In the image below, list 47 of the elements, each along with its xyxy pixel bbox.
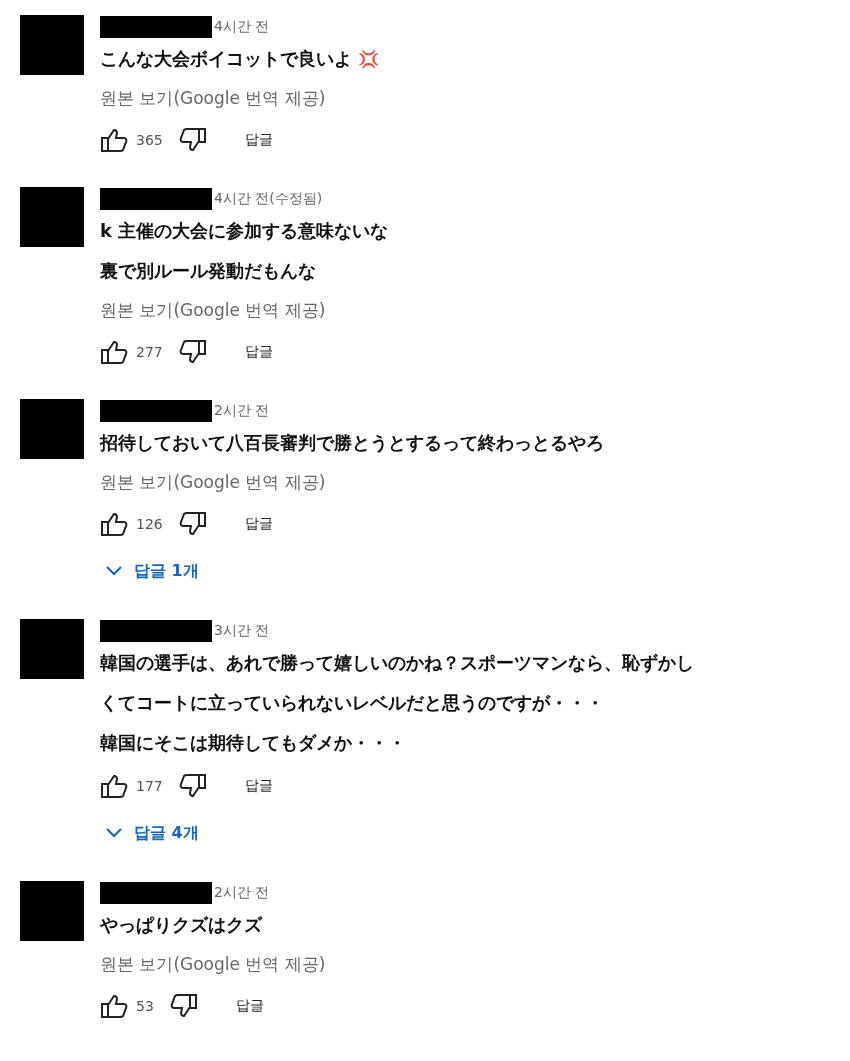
- thumbs-down-icon[interactable]: [169, 993, 198, 1019]
- comment-text: くてコートに立っていられないレベルだと思うのですが・・・: [100, 692, 604, 713]
- redacted-avatar: [20, 15, 84, 75]
- chevron-down-icon: [106, 828, 122, 838]
- translation-link[interactable]: 원본 보기(Google 번역 제공): [100, 300, 326, 320]
- thumbs-up-icon[interactable]: [100, 773, 128, 799]
- thumbs-up-icon[interactable]: [100, 339, 128, 365]
- thumbs-down-icon[interactable]: [178, 127, 207, 153]
- like-count: 365: [136, 132, 163, 148]
- comment-time: 2시간 전: [214, 402, 270, 420]
- redacted-avatar: [20, 881, 84, 941]
- comment-text: こんな大会ボイコットで良いよ: [100, 48, 352, 69]
- like-count: 177: [136, 778, 163, 794]
- like-count: 53: [136, 998, 154, 1014]
- reply-button[interactable]: 답글: [238, 339, 279, 365]
- comment-time: 4시간 전: [214, 18, 270, 36]
- redacted-avatar: [20, 187, 84, 247]
- comment-time: 4시간 전(수정됨): [214, 190, 323, 208]
- reply-button[interactable]: 답글: [238, 773, 279, 799]
- thumbs-up-icon[interactable]: [100, 127, 128, 153]
- like-count: 126: [136, 516, 163, 532]
- thumbs-down-icon[interactable]: [178, 511, 207, 537]
- view-replies-button[interactable]: 답글 1개: [100, 547, 205, 595]
- comment-text: 招待しておいて八百長審判で勝とうとするって終わっとるやろ: [100, 432, 604, 453]
- comment-text: やっぱりクズはクズ: [100, 914, 262, 935]
- comment-text: 裏で別ルール発動だもんな: [100, 260, 316, 281]
- comment-time: 2시간 전: [214, 884, 270, 902]
- thumbs-down-icon[interactable]: [178, 339, 207, 365]
- comment-text: 韓国の選手は、あれで勝って嬉しいのかね？スポーツマンなら、恥ずかし: [100, 652, 694, 673]
- comment-text: k 主催の大会に参加する意味ないな: [100, 220, 389, 241]
- comment-time: 3시간 전: [214, 622, 270, 640]
- translation-link[interactable]: 원본 보기(Google 번역 제공): [100, 88, 326, 108]
- reply-button[interactable]: 답글: [238, 511, 279, 537]
- redacted-avatar: [20, 399, 84, 459]
- translation-link[interactable]: 원본 보기(Google 번역 제공): [100, 472, 326, 492]
- anger-emoji: 💢: [358, 49, 379, 69]
- reply-button[interactable]: 답글: [229, 993, 270, 1019]
- chevron-down-icon: [106, 566, 122, 576]
- thumbs-down-icon[interactable]: [178, 773, 207, 799]
- view-replies-button[interactable]: 답글 4개: [100, 809, 205, 857]
- thumbs-up-icon[interactable]: [100, 511, 128, 537]
- redacted-avatar: [20, 619, 84, 679]
- translation-link[interactable]: 원본 보기(Google 번역 제공): [100, 954, 326, 974]
- comment-text: 韓国にそこは期待してもダメか・・・: [100, 732, 406, 753]
- thumbs-up-icon[interactable]: [100, 993, 128, 1019]
- like-count: 277: [136, 344, 163, 360]
- reply-button[interactable]: 답글: [238, 127, 279, 153]
